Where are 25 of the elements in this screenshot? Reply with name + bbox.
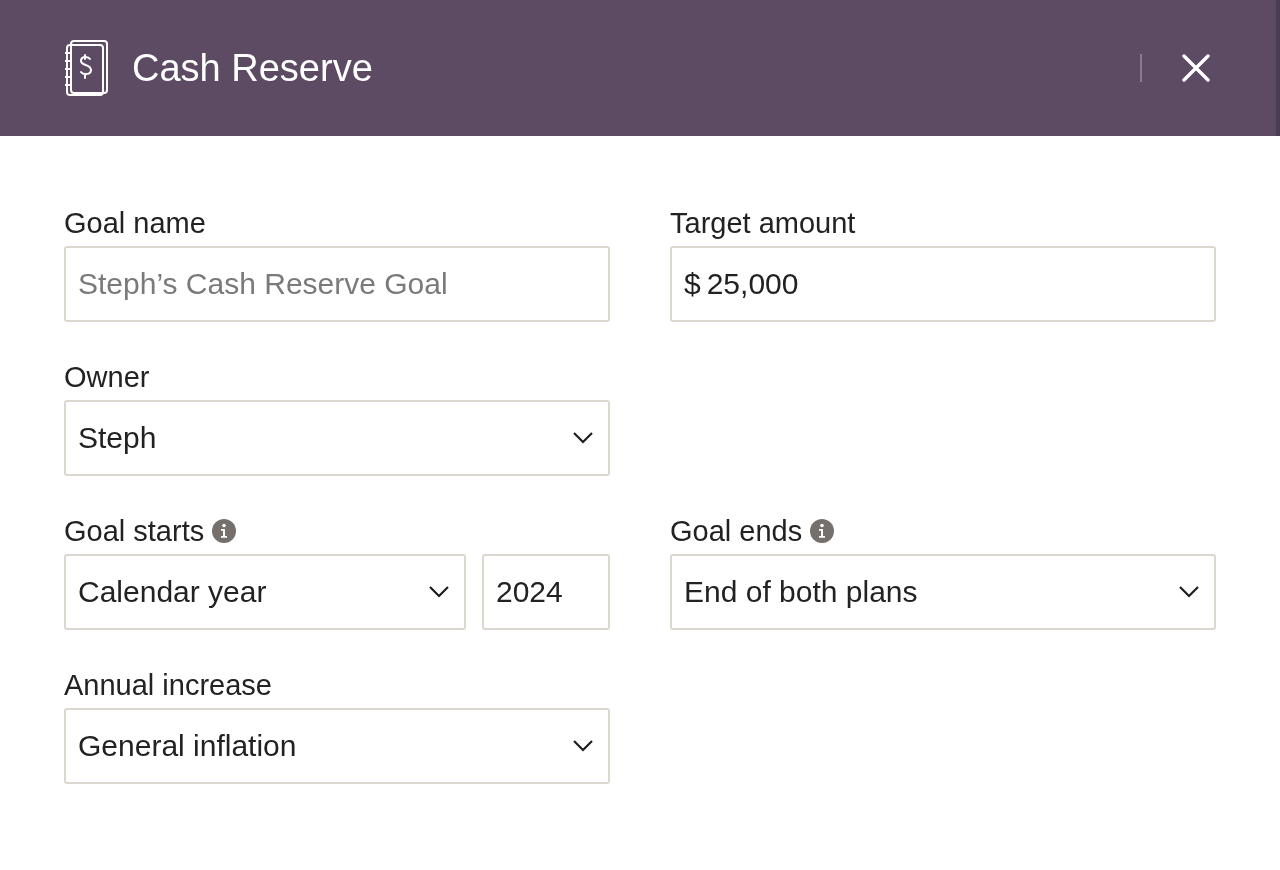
currency-prefix: $ (684, 267, 701, 301)
amount-field[interactable]: $ 25,000 (670, 246, 1216, 322)
chevron-down-icon (1178, 585, 1200, 599)
input-field[interactable]: Steph’s Cash Reserve Goal (64, 246, 610, 322)
close-icon (1182, 54, 1210, 82)
field-label: Goal name (64, 206, 206, 240)
select-dropdown[interactable]: General inflation (64, 708, 610, 784)
info-icon[interactable] (810, 519, 835, 543)
input-field[interactable]: 2024 (482, 554, 610, 630)
close-button[interactable] (1182, 54, 1210, 82)
field-label: Target amount (670, 206, 856, 240)
amount-input[interactable]: 25,000 (706, 267, 1202, 301)
select-dropdown[interactable]: Calendar year (64, 554, 466, 630)
field-label: Goal ends (670, 514, 803, 548)
chevron-down-icon (428, 585, 450, 599)
chevron-down-icon (572, 739, 594, 753)
field-label: Owner (64, 360, 150, 394)
select-dropdown[interactable]: End of both plans (670, 554, 1216, 630)
dialog-title: Cash Reserve (132, 46, 373, 90)
field-label: Goal starts (64, 514, 205, 548)
chevron-down-icon (572, 431, 594, 445)
info-icon[interactable] (212, 519, 237, 543)
field-label: Annual increase (64, 668, 272, 702)
notebook-dollar-icon (64, 39, 110, 97)
select-dropdown[interactable]: Steph (64, 400, 610, 476)
